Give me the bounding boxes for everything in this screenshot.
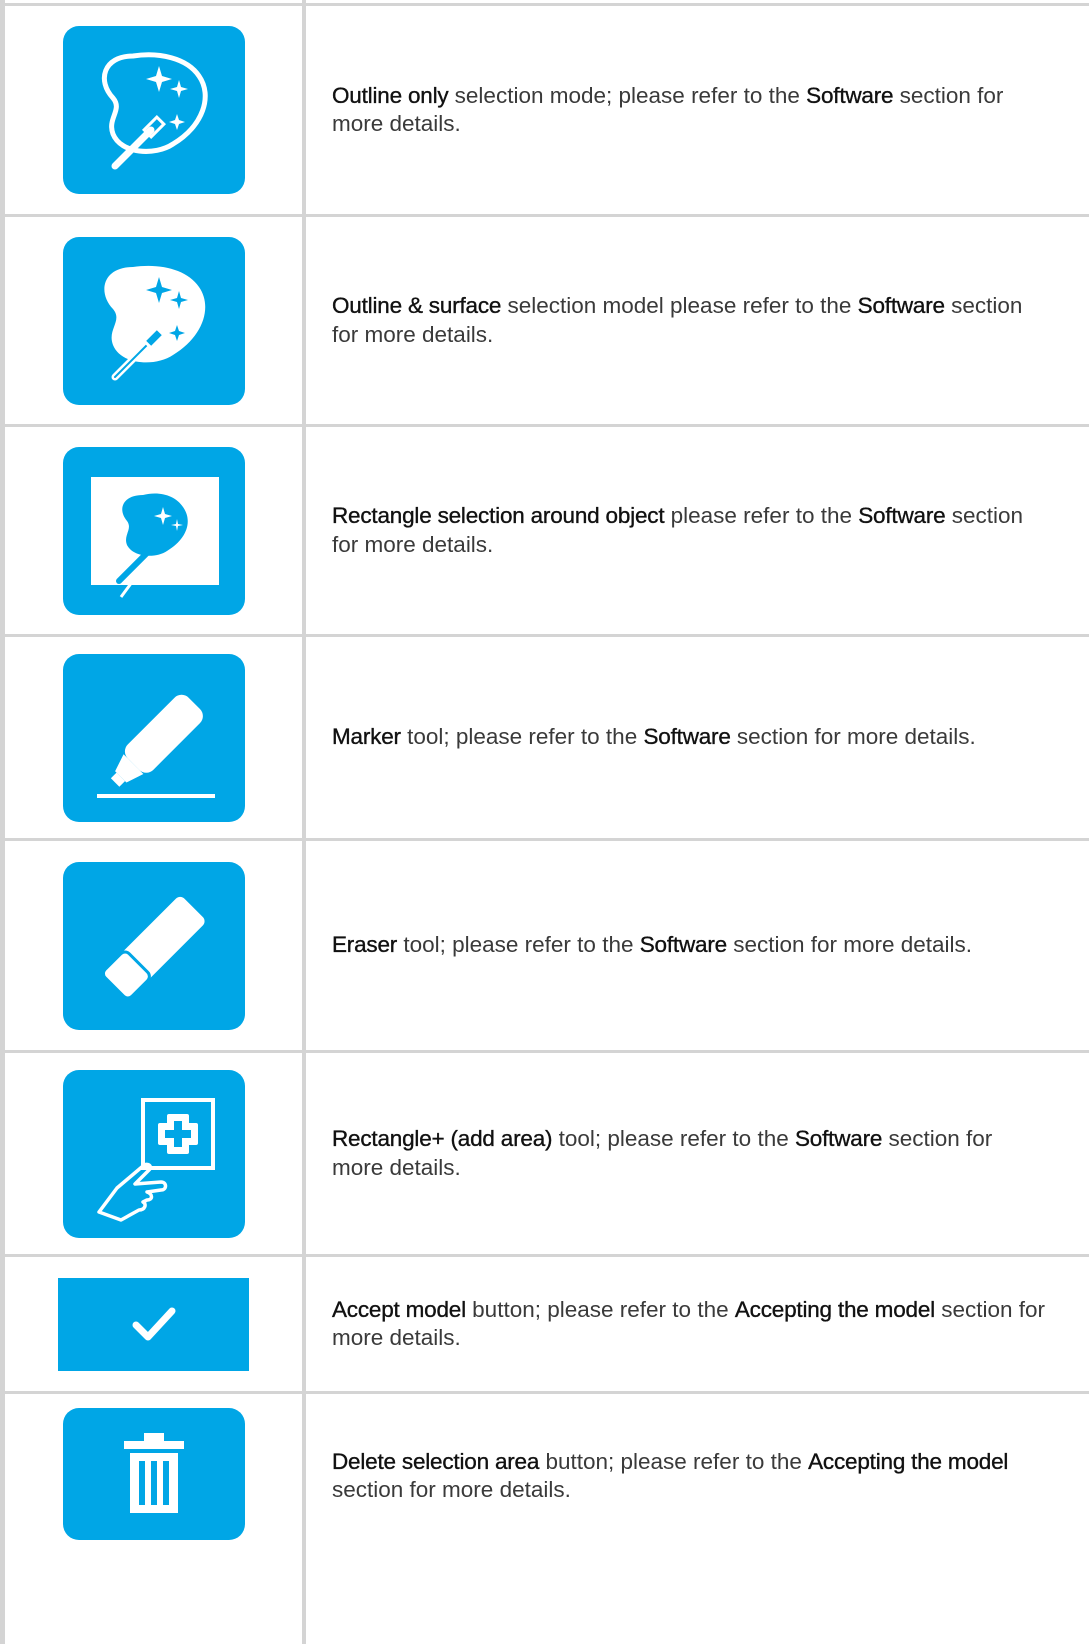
description: Outline only selection mode; please refe… xyxy=(332,82,1049,138)
description-cell: Delete selection area button; please ref… xyxy=(332,1394,1049,1644)
section-reference: Software xyxy=(639,932,728,958)
section-reference: Software xyxy=(806,82,894,108)
section-reference: Software xyxy=(857,293,945,319)
description: Eraser tool; please refer to the Softwar… xyxy=(332,931,972,959)
description-text: selection model please refer to the xyxy=(501,293,858,319)
table-row: Rectangle+ (add area) tool; please refer… xyxy=(0,1053,1089,1257)
icon-cell xyxy=(5,841,302,1050)
description: Rectangle selection around object please… xyxy=(332,502,1049,558)
description-cell: Eraser tool; please refer to the Softwar… xyxy=(332,841,1049,1050)
description: Accept model button; please refer to the… xyxy=(332,1296,1049,1352)
term-highlight: Rectangle selection around object xyxy=(332,503,665,529)
term-highlight: Rectangle+ (add area) xyxy=(332,1126,553,1152)
description-cell: Outline only selection mode; please refe… xyxy=(332,6,1049,214)
description-text: please refer to the xyxy=(664,503,859,529)
table-row: Outline & surface selection model please… xyxy=(0,217,1089,427)
description-text: section for more details. xyxy=(730,724,976,750)
description-cell: Marker tool; please refer to the Softwar… xyxy=(332,637,1049,838)
term-highlight: Outline & surface xyxy=(332,293,502,319)
table-row: Eraser tool; please refer to the Softwar… xyxy=(0,841,1089,1053)
description-text: tool; please refer to the xyxy=(552,1126,795,1152)
outline-only-selection-icon xyxy=(62,26,245,194)
description: Delete selection area button; please ref… xyxy=(332,1448,1049,1504)
term-highlight: Delete selection area xyxy=(332,1449,540,1474)
description-cell: Accept model button; please refer to the… xyxy=(332,1257,1049,1391)
description-text: tool; please refer to the xyxy=(400,724,644,750)
icon-cell xyxy=(5,427,302,634)
term-highlight: Marker xyxy=(332,724,401,750)
table-row: Delete selection area button; please ref… xyxy=(0,1394,1089,1644)
icon-cell xyxy=(5,6,302,214)
description: Outline & surface selection model please… xyxy=(332,292,1049,348)
description-text: section for more details. xyxy=(726,932,973,958)
term-highlight: Outline only xyxy=(332,82,449,108)
icon-cell xyxy=(5,1257,302,1391)
section-reference: Accepting the model xyxy=(808,1449,1009,1474)
description-text: tool; please refer to the xyxy=(397,932,640,958)
table-row: Marker tool; please refer to the Softwar… xyxy=(0,637,1089,841)
description-cell: Rectangle selection around object please… xyxy=(332,427,1049,634)
term-highlight: Eraser xyxy=(332,932,398,958)
checkmark-icon xyxy=(58,1277,249,1371)
eraser-icon xyxy=(62,861,245,1030)
icon-cell xyxy=(5,637,302,838)
description-cell: Outline & surface selection model please… xyxy=(332,217,1049,424)
table-row: Accept model button; please refer to the… xyxy=(0,1257,1089,1394)
rectangle-add-area-icon xyxy=(62,1069,245,1238)
description: Rectangle+ (add area) tool; please refer… xyxy=(332,1125,1049,1181)
section-reference: Software xyxy=(858,503,946,529)
table-row: Outline only selection mode; please refe… xyxy=(0,3,1089,217)
table-row: Rectangle selection around object please… xyxy=(0,427,1089,637)
description-text: button; please refer to the xyxy=(465,1296,735,1322)
table-column-divider xyxy=(302,0,306,1644)
description-text: button; please refer to the xyxy=(539,1449,809,1474)
section-reference: Software xyxy=(643,724,731,750)
description-text: selection mode; please refer to the xyxy=(448,82,807,108)
icon-reference-table: Outline only selection mode; please refe… xyxy=(0,0,1089,1644)
icon-cell xyxy=(5,1394,302,1644)
trash-icon xyxy=(62,1408,245,1540)
description-text: section for more details. xyxy=(332,1477,571,1503)
section-reference: Software xyxy=(794,1126,883,1152)
description-cell: Rectangle+ (add area) tool; please refer… xyxy=(332,1053,1049,1254)
term-highlight: Accept model xyxy=(332,1296,466,1322)
description: Marker tool; please refer to the Softwar… xyxy=(332,723,976,751)
icon-cell xyxy=(5,217,302,424)
marker-icon xyxy=(62,653,245,822)
outline-surface-selection-icon xyxy=(62,236,245,405)
icon-cell xyxy=(5,1053,302,1254)
rectangle-selection-icon xyxy=(62,446,245,615)
section-reference: Accepting the model xyxy=(734,1296,936,1322)
